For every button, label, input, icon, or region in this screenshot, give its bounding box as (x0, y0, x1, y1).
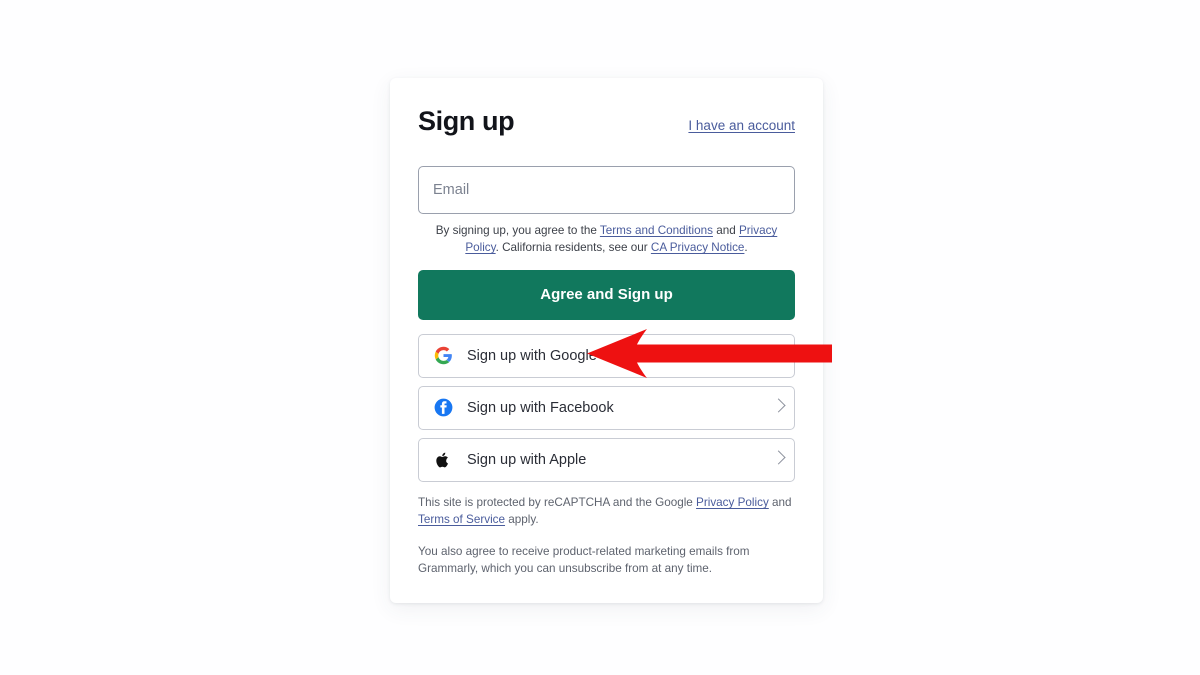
legal-text-part2: and (712, 224, 739, 237)
legal-text-part1: By signing up, you agree to the (435, 224, 600, 237)
recaptcha-notice: This site is protected by reCAPTCHA and … (418, 495, 795, 529)
sign-up-with-facebook-button[interactable]: Sign up with Facebook (418, 385, 795, 430)
recaptcha-text-part2: and (768, 495, 792, 509)
sign-up-with-apple-button[interactable]: Sign up with Apple (418, 437, 795, 482)
ca-privacy-notice-link[interactable]: CA Privacy Notice (651, 241, 745, 254)
email-input[interactable] (418, 166, 795, 214)
page-title: Sign up (418, 106, 515, 136)
legal-disclaimer: By signing up, you agree to the Terms an… (418, 223, 795, 257)
social-button-label: Sign up with Google (467, 347, 597, 364)
apple-icon (433, 450, 453, 470)
terms-and-conditions-link[interactable]: Terms and Conditions (600, 224, 713, 237)
i-have-an-account-link[interactable]: I have an account (688, 118, 795, 133)
signup-card: Sign up I have an account By signing up,… (390, 78, 823, 603)
card-header: Sign up I have an account (418, 108, 795, 148)
google-terms-of-service-link[interactable]: Terms of Service (418, 513, 505, 526)
chevron-right-icon (771, 450, 786, 465)
page-root: Sign up I have an account By signing up,… (0, 0, 1200, 675)
marketing-notice: You also agree to receive product-relate… (418, 544, 750, 575)
social-button-label: Sign up with Apple (467, 451, 587, 468)
chevron-right-icon (771, 398, 786, 413)
google-icon (433, 346, 453, 366)
social-signup-list: Sign up with Google Sign up with Faceboo… (418, 333, 795, 482)
recaptcha-text-part1: This site is protected by reCAPTCHA and … (418, 495, 697, 509)
facebook-icon (433, 398, 453, 418)
google-privacy-policy-link[interactable]: Privacy Policy (696, 496, 769, 509)
legal-text-part3: . California residents, see our (495, 240, 651, 254)
social-button-label: Sign up with Facebook (467, 399, 614, 416)
sign-up-with-google-button[interactable]: Sign up with Google (418, 333, 795, 378)
agree-and-sign-up-button[interactable]: Agree and Sign up (418, 269, 795, 320)
recaptcha-text-part3: apply. (505, 512, 539, 526)
legal-text-part4: . (744, 240, 748, 254)
